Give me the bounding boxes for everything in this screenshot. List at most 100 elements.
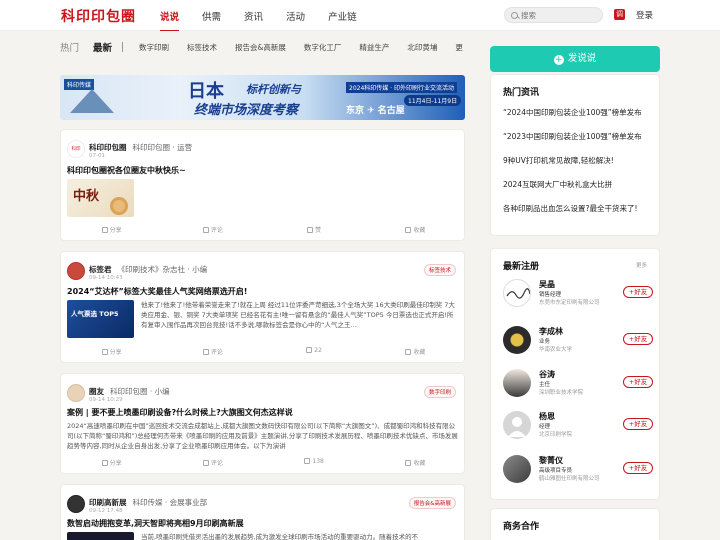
user-org: 深圳职业技术学院	[539, 390, 584, 396]
category-report-expo[interactable]: 报告会&高新展	[235, 42, 286, 53]
post-author[interactable]: 科印印包圈 科印印包圈 · 运营	[89, 142, 192, 153]
comment-button[interactable]: 评论	[162, 347, 263, 359]
user-org: 鹤山雅图仕印刷有限公司	[539, 476, 600, 482]
post-author[interactable]: 印刷高新展 科印传媒 · 会展事业部	[89, 497, 207, 508]
main-nav: 说说 供需 资讯 活动 产业链	[160, 9, 380, 32]
user-name[interactable]: 吴晶	[539, 279, 555, 290]
nav-gongxu[interactable]: 供需	[202, 9, 221, 23]
avatar[interactable]	[503, 455, 531, 483]
post-tag[interactable]: 报告会&高新展	[408, 497, 456, 509]
add-friend-button[interactable]: +好友	[623, 376, 653, 388]
post-card[interactable]: 科印 科印印包圈 科印印包圈 · 运营 07-01 科印印包圈祝各位圈友中秋快乐~…	[60, 129, 465, 241]
app-download-icon[interactable]: 调	[614, 9, 625, 20]
business-panel: 商务合作	[490, 508, 660, 540]
post-title[interactable]: 2024“艾达杯”标签大奖最佳人气奖网络票选开启!	[67, 286, 247, 297]
favorite-button[interactable]: 收藏	[365, 225, 466, 237]
category-more[interactable]: 更	[455, 42, 463, 53]
category-lean-production[interactable]: 精益生产	[359, 42, 389, 53]
post-card[interactable]: 印刷高新展 科印传媒 · 会展事业部 09-12 17:48 报告会&高新展 数智…	[60, 484, 465, 540]
user-row: 杨恩 经理 北京印刷学院 +好友	[503, 411, 653, 441]
post-image[interactable]: 中秋	[67, 179, 134, 217]
hot-news-item[interactable]: “2023中国印刷包装企业100强”榜单发布	[503, 131, 653, 142]
avatar[interactable]	[67, 384, 85, 402]
category-digital-factory[interactable]: 数字化工厂	[304, 42, 342, 53]
user-name[interactable]: 黎菁仪	[539, 455, 563, 466]
add-friend-button[interactable]: +好友	[623, 418, 653, 430]
nav-zixun[interactable]: 资讯	[244, 9, 263, 23]
post-actions: 分享 评论 22 收藏	[61, 347, 466, 359]
nav-huodong[interactable]: 活动	[286, 9, 305, 23]
post-time: 09-12 17:48	[89, 508, 123, 514]
post-button[interactable]: + 发说说	[490, 46, 660, 72]
add-friend-button[interactable]: +好友	[623, 333, 653, 345]
comment-button[interactable]: 评论	[162, 458, 263, 470]
like-label: 赞	[315, 227, 322, 234]
avatar[interactable]	[67, 495, 85, 513]
hot-news-item[interactable]: 2024互联网大厂中秋礼盒大比拼	[503, 179, 653, 190]
nav-shuoshuo[interactable]: 说说	[160, 9, 180, 32]
post-title[interactable]: 案例 | 要不要上喷墨印刷设备?什么时候上?大旗图文何杰这样说	[67, 407, 293, 418]
default-avatar-icon[interactable]	[503, 411, 531, 439]
share-button[interactable]: 分享	[61, 225, 162, 237]
share-button[interactable]: 分享	[61, 347, 162, 359]
post-image[interactable]: 人气票选 TOP5	[67, 300, 134, 338]
like-button[interactable]: 22	[264, 347, 365, 359]
author-name[interactable]: 标签君	[89, 265, 112, 274]
author-name[interactable]: 圈友	[89, 387, 104, 396]
search-input[interactable]	[521, 10, 601, 20]
user-name[interactable]: 谷涛	[539, 369, 555, 380]
post-card[interactable]: 圈友 科印印包圈 · 小编 09-14 10:29 数字印刷 案例 | 要不要上喷…	[60, 373, 465, 474]
more-link[interactable]: 更多	[636, 261, 647, 269]
author-name[interactable]: 科印印包圈	[89, 143, 127, 152]
post-author[interactable]: 标签君 《印刷技术》杂志社 · 小编	[89, 264, 207, 275]
search-box[interactable]	[504, 7, 603, 23]
post-title[interactable]: 科印印包圈祝各位圈友中秋快乐~	[67, 165, 186, 176]
post-tag[interactable]: 标签技术	[423, 264, 456, 276]
add-friend-button[interactable]: +好友	[623, 462, 653, 474]
author-source: 科印印包圈 · 运营	[132, 143, 193, 152]
user-name[interactable]: 杨恩	[539, 411, 555, 422]
hot-news-item[interactable]: 9种UV打印机常见故障,轻松解决!	[503, 155, 653, 166]
user-name[interactable]: 李成林	[539, 326, 563, 337]
hot-news-title: 热门资讯	[503, 88, 540, 98]
post-actions: 分享 评论 赞 收藏	[61, 225, 466, 237]
avatar[interactable]: 科印	[67, 140, 85, 158]
post-title[interactable]: 数智启动拥抱变革,洞天智即将亮相9月印刷高新展	[67, 518, 244, 529]
comment-label: 评论	[210, 349, 223, 356]
tab-hot[interactable]: 热门	[60, 40, 79, 54]
like-icon	[307, 227, 314, 233]
avatar[interactable]	[503, 326, 531, 354]
site-logo[interactable]: 科印印包圈	[61, 6, 136, 26]
tab-latest[interactable]: 最新	[93, 40, 112, 54]
like-button[interactable]: 赞	[264, 225, 365, 237]
comment-button[interactable]: 评论	[162, 225, 263, 237]
post-card[interactable]: 标签君 《印刷技术》杂志社 · 小编 09-14 10:43 标签技术 2024“…	[60, 251, 465, 363]
post-excerpt[interactable]: 2024“高速喷墨印刷在中国”巡回技术交流会成都站上,成都大旗图文数码快印有限公…	[67, 421, 461, 451]
hot-news-item[interactable]: 各种印刷品出血怎么设置?最全干货来了!	[503, 203, 653, 214]
avatar[interactable]	[503, 369, 531, 397]
post-time: 07-01	[89, 153, 105, 159]
post-image[interactable]	[67, 532, 134, 540]
plus-icon: +	[553, 55, 564, 65]
post-excerpt[interactable]: 他来了!他来了!他带着荣誉走来了!就在上周 经过11位评委严苛细选,3个全场大奖…	[141, 300, 459, 340]
add-friend-button[interactable]: +好友	[623, 286, 653, 298]
post-excerpt[interactable]: 当前,喷墨印刷凭借灵活出墨的发展趋势,成为激发全球印刷市场活动的重要驱动力。随着…	[141, 532, 459, 540]
post-tag[interactable]: 数字印刷	[423, 386, 456, 398]
search-icon	[511, 11, 518, 19]
like-button[interactable]: 138	[264, 458, 365, 470]
login-link[interactable]: 登录	[636, 9, 653, 21]
category-beiyin-huangpu[interactable]: 北印黄埔	[407, 42, 437, 53]
hot-news-item[interactable]: “2024中国印刷包装企业100强”榜单发布	[503, 107, 653, 118]
category-label-tech[interactable]: 标签技术	[187, 42, 217, 53]
avatar[interactable]	[503, 279, 531, 307]
share-button[interactable]: 分享	[61, 458, 162, 470]
favorite-button[interactable]: 收藏	[365, 347, 466, 359]
category-digital-print[interactable]: 数字印刷	[139, 42, 169, 53]
share-label: 分享	[109, 227, 122, 234]
post-author[interactable]: 圈友 科印印包圈 · 小编	[89, 386, 170, 397]
author-name[interactable]: 印刷高新展	[89, 498, 127, 507]
avatar[interactable]	[67, 262, 85, 280]
nav-chanyelian[interactable]: 产业链	[328, 9, 357, 23]
promo-banner[interactable]: 科印传媒 日本 标杆创新与 终端市场深度考察 2024科印传媒 · 印外印刷行业…	[60, 75, 465, 120]
favorite-button[interactable]: 收藏	[365, 458, 466, 470]
